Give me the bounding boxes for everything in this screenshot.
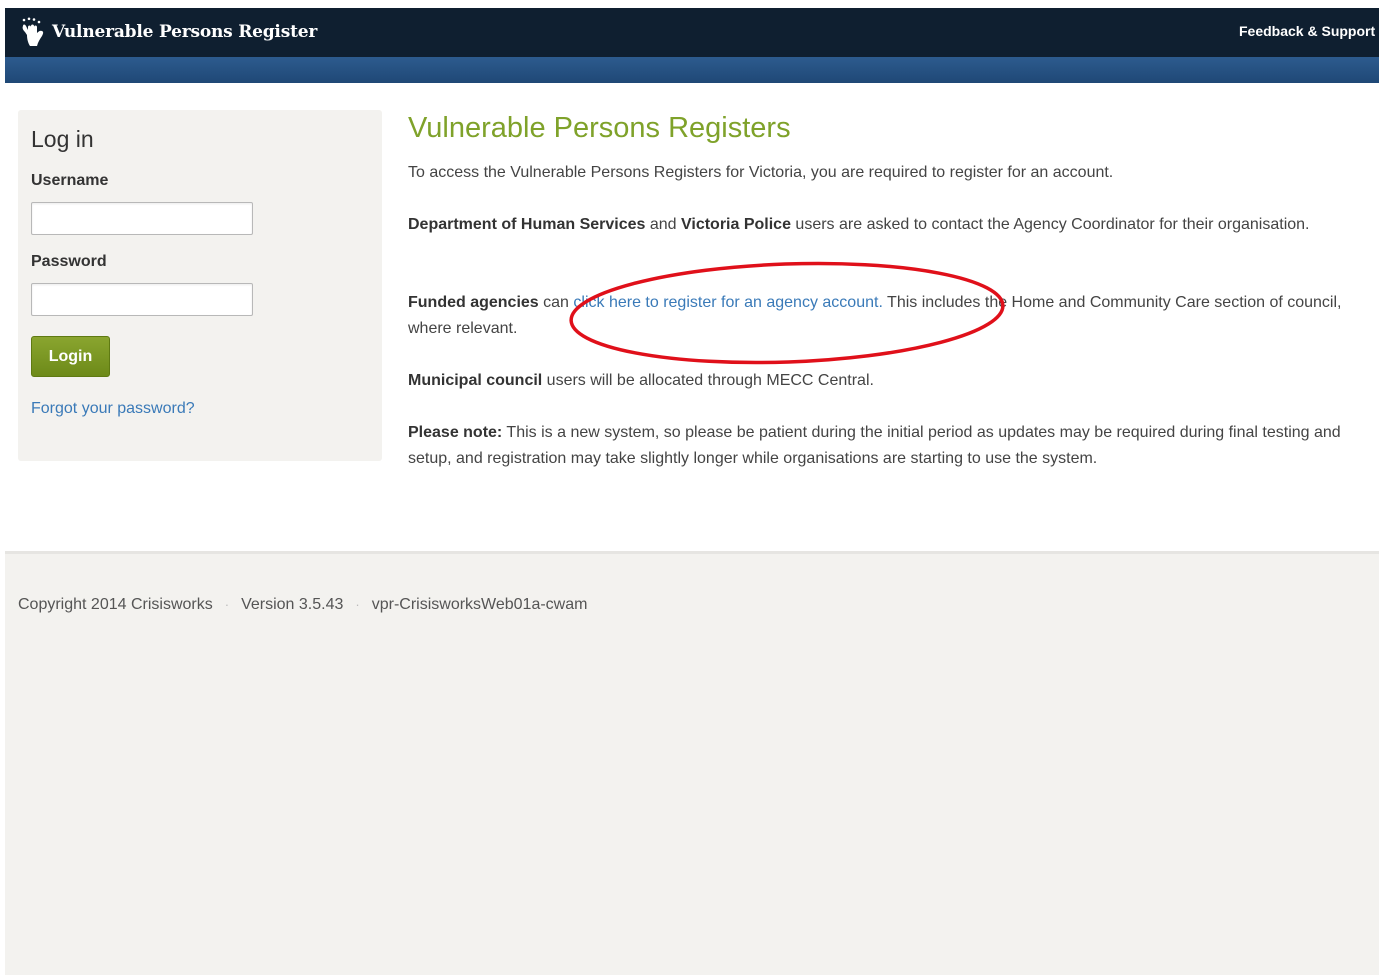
funded-agencies-paragraph: Funded agencies can click here to regist… [408,290,1368,342]
p5-text: This is a new system, so please be patie… [408,424,1341,467]
police-bold: Victoria Police [681,216,791,233]
version-text: Version 3.5.43 [241,596,344,613]
footer: Copyright 2014 Crisisworks · Version 3.5.4… [5,551,1379,975]
register-agency-link[interactable]: click here to register for an agency acc… [573,294,883,311]
navbar: Vulnerable Persons Register Feedback & S… [5,8,1379,57]
please-note-bold: Please note: [408,424,503,441]
footer-separator: · [355,597,360,612]
server-text: vpr-CrisisworksWeb01a-cwam [371,596,588,613]
municipal-council-bold: Municipal council [408,372,543,389]
login-title: Log in [31,126,94,152]
municipal-council-paragraph: Municipal council users will be allocate… [408,368,1368,394]
hand-icon [22,17,44,46]
feedback-support-link[interactable]: Feedback & Support [1239,23,1379,39]
p4-text: users will be allocated through MECC Cen… [542,372,874,389]
login-panel: Log in Username Password Login Forgot yo… [18,110,382,461]
page-title: Vulnerable Persons Registers [408,112,791,144]
username-label: Username [31,172,109,189]
top-gap [0,0,1391,8]
footer-separator: · [224,597,230,612]
main-content: Log in Username Password Login Forgot yo… [5,83,1379,551]
p2-text-1: and [645,216,681,233]
info-content: Vulnerable Persons Registers To access t… [408,109,1368,467]
dhs-bold: Department of Human Services [408,216,646,233]
dhs-police-paragraph: Department of Human Services and Victori… [408,212,1368,238]
p2-text-2: users are asked to contact the Agency Co… [790,216,1310,233]
login-button[interactable]: Login [31,336,110,377]
copyright-text: Copyright 2014 Crisisworks [18,596,213,613]
footer-info: Copyright 2014 Crisisworks · Version 3.5.4… [18,596,587,614]
funded-agencies-bold: Funded agencies [408,294,539,311]
sub-navbar [5,57,1379,83]
right-edge [1379,0,1391,975]
password-input[interactable] [31,283,253,316]
password-label: Password [31,253,107,270]
p3-text-1: can [538,294,574,311]
intro-paragraph: To access the Vulnerable Persons Registe… [408,160,1368,186]
brand-title: Vulnerable Persons Register [52,22,318,42]
page: Vulnerable Persons Register Feedback & S… [0,0,1391,975]
username-input[interactable] [31,202,253,235]
intro-text: To access the Vulnerable Persons Registe… [408,164,1114,181]
forgot-password-link[interactable]: Forgot your password? [31,400,195,418]
please-note-paragraph: Please note: This is a new system, so pl… [408,420,1368,472]
brand-link[interactable]: Vulnerable Persons Register [18,17,317,47]
